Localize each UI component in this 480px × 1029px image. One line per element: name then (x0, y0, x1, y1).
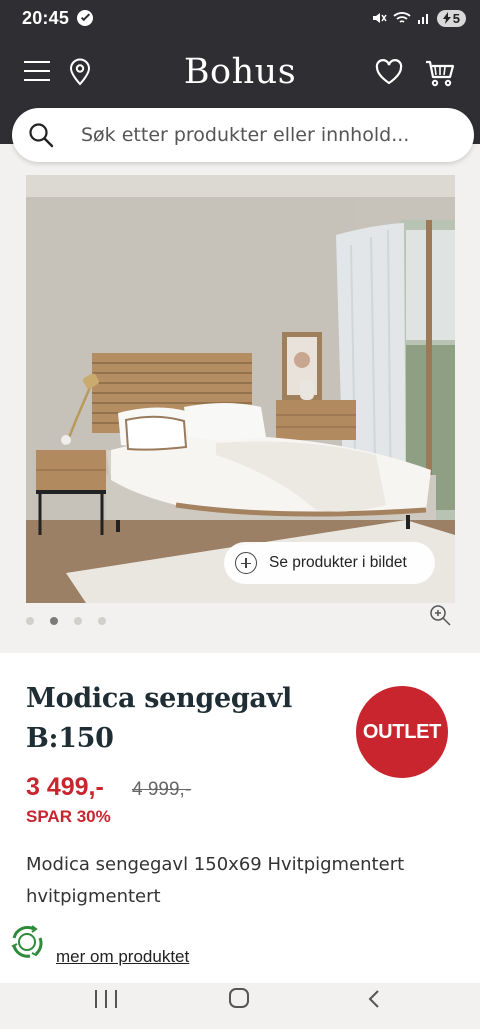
brand-logo[interactable]: Bohus (0, 52, 480, 92)
recycle-icon (11, 925, 43, 958)
system-nav-bar (0, 983, 480, 1029)
search-icon (29, 123, 54, 148)
zoom-in-icon[interactable] (428, 603, 452, 627)
original-price: 4 999,- (132, 779, 192, 800)
mute-icon (372, 13, 387, 23)
carousel-dot-4[interactable] (98, 617, 106, 625)
product-title: Modica sengegavl B:150 (26, 679, 326, 759)
product-title-line1: Modica sengegavl (26, 683, 292, 714)
carousel-dot-3[interactable] (74, 617, 82, 625)
carousel-dot-1[interactable] (26, 617, 34, 625)
cart-icon[interactable] (424, 58, 456, 88)
messenger-icon (77, 10, 94, 26)
see-products-label: Se produkter i bildet (269, 554, 407, 571)
signal-icon (417, 14, 428, 24)
carousel-dots (26, 616, 106, 626)
search-placeholder: Søk etter produkter eller innhold... (81, 124, 410, 146)
recent-apps-button[interactable] (95, 990, 117, 1008)
plus-icon (235, 552, 257, 574)
product-details: Modica sengegavl B:150 OUTLET 3 499,- 4 … (0, 653, 480, 983)
bedroom-photo (26, 175, 455, 603)
outlet-badge: OUTLET (356, 686, 448, 778)
wifi-icon (393, 12, 411, 23)
status-bar: 20:45 5 (0, 0, 480, 36)
heart-icon[interactable] (374, 58, 404, 86)
status-icons: 5 (371, 9, 466, 27)
battery-level: 5 (452, 10, 460, 26)
charging-icon (442, 12, 451, 24)
more-about-product-link[interactable]: mer om produktet (56, 947, 189, 967)
status-time: 20:45 (22, 7, 70, 28)
discount-label: SPAR 30% (26, 807, 111, 826)
see-products-in-image-button[interactable]: Se produkter i bildet (224, 542, 435, 584)
battery-indicator: 5 (436, 9, 466, 27)
carousel-dot-2[interactable] (50, 617, 58, 625)
back-button[interactable] (366, 989, 382, 1009)
product-image[interactable] (26, 175, 455, 603)
product-description: Modica sengegavl 150x69 Hvitpigmentert h… (26, 854, 405, 907)
home-button[interactable] (229, 988, 249, 1008)
search-input[interactable]: Søk etter produkter eller innhold... (12, 108, 474, 162)
product-title-line2: B:150 (26, 723, 114, 754)
current-price: 3 499,- (26, 773, 104, 801)
